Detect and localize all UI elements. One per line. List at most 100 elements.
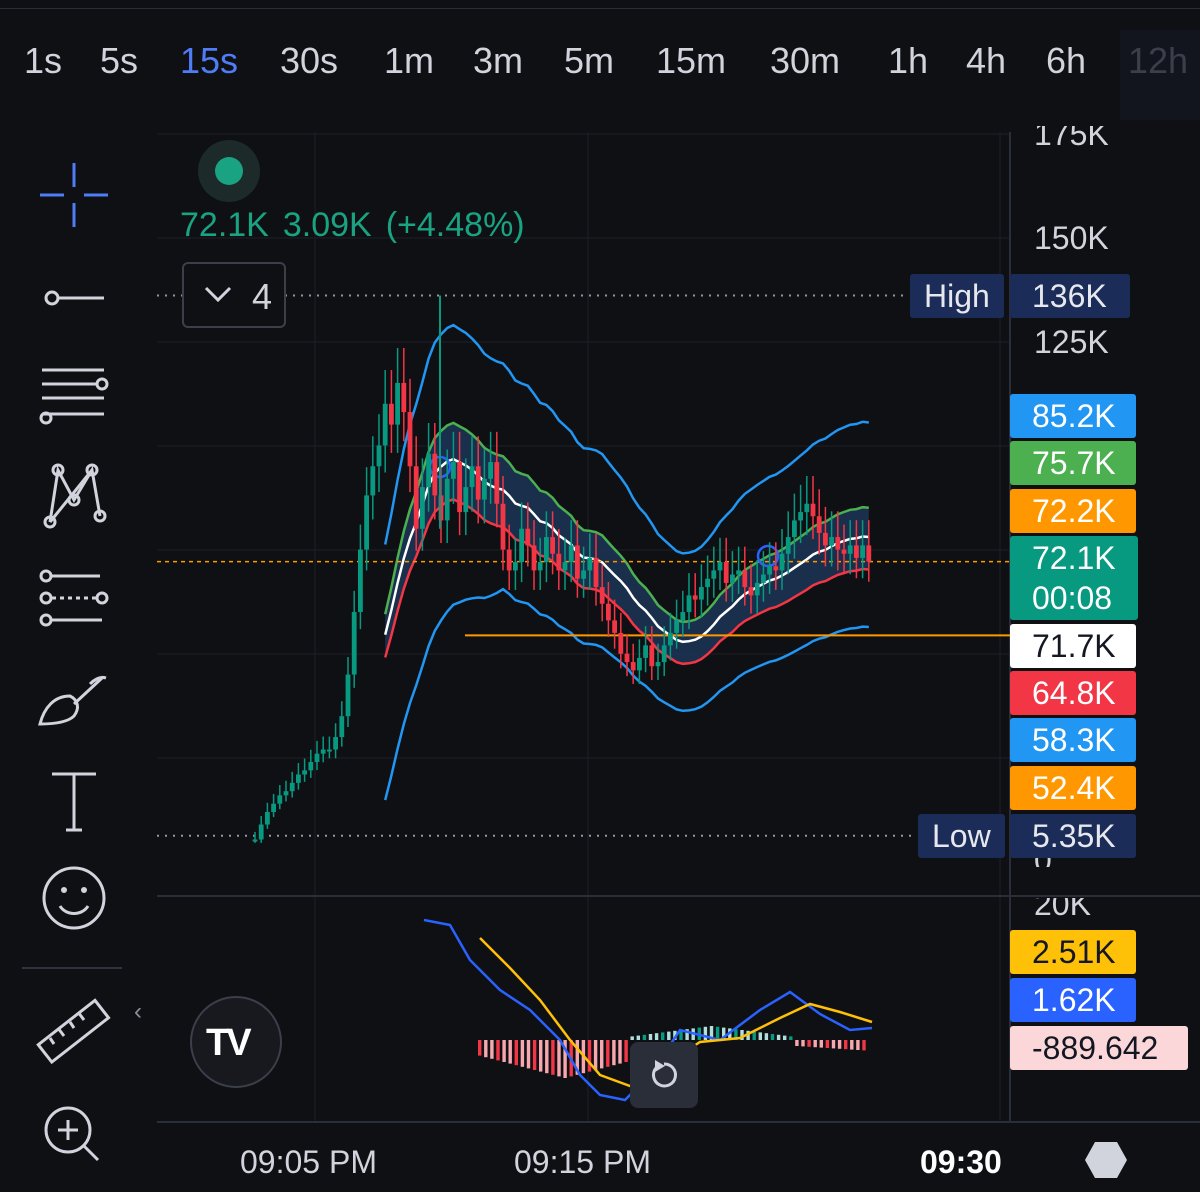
- macd-hist-bar-58: [831, 1040, 836, 1049]
- candle-body-90: [810, 503, 816, 517]
- candle-body-36: [475, 466, 481, 500]
- candle-body-34: [463, 487, 469, 513]
- low-label: Low: [918, 814, 1005, 858]
- trend-line-icon: [44, 290, 104, 306]
- time-label-0905: 09:05 PM: [240, 1144, 377, 1180]
- ema-lower-badge: 64.8K: [1010, 671, 1136, 715]
- brush-icon: [38, 676, 107, 726]
- status-dot-icon: [198, 140, 260, 202]
- candle-body-83: [767, 566, 772, 575]
- macd-hist-bar-46: [758, 1032, 762, 1040]
- macd-hist-bar-0: [478, 1040, 482, 1056]
- candle-body-28: [426, 453, 431, 488]
- macd-signal-badge: 2.51K: [1010, 930, 1136, 974]
- crosshair-tool[interactable]: [30, 155, 118, 235]
- candle-body-85: [779, 553, 785, 571]
- fib-tool[interactable]: [30, 358, 118, 438]
- pattern-tool[interactable]: [30, 456, 118, 536]
- candle-body-1: [258, 824, 264, 840]
- macd-hist-bar-7: [520, 1040, 525, 1067]
- zoom-tool[interactable]: [30, 1094, 118, 1174]
- candle-body-2: [265, 812, 270, 825]
- candle-body-35: [469, 466, 475, 488]
- candle-body-86: [785, 537, 791, 554]
- candle-body-19: [370, 466, 376, 496]
- candle-body-41: [506, 549, 512, 571]
- macd-hist-bar-56: [819, 1040, 823, 1048]
- candle-body-33: [457, 462, 462, 513]
- candle-body-66: [661, 645, 667, 663]
- macd-hist-bar-27: [642, 1034, 647, 1040]
- parallel-channel-icon: [39, 569, 109, 627]
- candle-body-78: [736, 570, 741, 575]
- fib-retracement-icon: [39, 368, 109, 425]
- macd-hist-bar-10: [539, 1040, 543, 1072]
- hline-badge: 71.7K: [1010, 624, 1136, 668]
- macd-hist-bar-53: [801, 1040, 805, 1047]
- macd-hist-bar-63: [862, 1040, 866, 1051]
- macd-hist-bar-57: [825, 1040, 830, 1048]
- brush-tool[interactable]: [30, 656, 118, 736]
- candle-body-73: [705, 578, 710, 588]
- macd-hist-bar-6: [514, 1040, 518, 1066]
- xabcd-pattern-icon: [43, 463, 107, 529]
- candle-body-11: [320, 749, 326, 754]
- reset-chart-button[interactable]: [630, 1042, 698, 1108]
- macd-hist-bar-50: [783, 1035, 787, 1040]
- candle-body-14: [339, 716, 345, 738]
- drawing-toolbar: ‹: [0, 110, 145, 1192]
- macd-hist-bar-9: [532, 1040, 537, 1070]
- macd-hist-bar-25: [630, 1036, 634, 1040]
- candle-body-60: [624, 653, 630, 663]
- macd-hist-bar-52: [795, 1040, 799, 1046]
- macd-hist-bar-4: [502, 1040, 506, 1062]
- macd-hist-bar-48: [770, 1034, 775, 1040]
- macd-hist-bar-26: [636, 1035, 640, 1040]
- high-label: High: [910, 274, 1004, 318]
- candle-body-26: [413, 466, 419, 529]
- macd-hist-bar-29: [654, 1033, 659, 1040]
- settings-hexagon-icon[interactable]: [1084, 1140, 1128, 1180]
- macd-hist-bar-62: [856, 1040, 860, 1050]
- macd-hist-bar-18: [587, 1040, 592, 1072]
- macd-hist-bar-47: [764, 1033, 769, 1040]
- indicator-count: 4: [252, 276, 273, 317]
- trend-line-tool[interactable]: [30, 258, 118, 338]
- candle-body-70: [686, 595, 692, 613]
- emoji-tool[interactable]: [30, 858, 118, 938]
- level-badge: 52.4K: [1010, 766, 1136, 810]
- time-label-0930: 09:30: [920, 1144, 1002, 1180]
- candle-body-75: [717, 562, 723, 571]
- macd-hist-bar-54: [807, 1040, 811, 1047]
- candle-body-15: [345, 674, 351, 717]
- candle-body-72: [699, 587, 704, 600]
- last-price-badge: 72.1K 00:08: [1010, 536, 1138, 620]
- ema-upper-badge: 75.7K: [1010, 441, 1136, 485]
- candle-body-96: [847, 545, 853, 554]
- candle-body-58: [612, 620, 617, 633]
- candle-body-8: [302, 770, 307, 775]
- candle-body-67: [668, 632, 673, 646]
- candle-body-10: [314, 753, 320, 763]
- channel-tool[interactable]: [30, 558, 118, 638]
- candle-body-46: [537, 562, 543, 571]
- ruler-tool[interactable]: [30, 992, 118, 1072]
- tradingview-logo-button[interactable]: TV: [190, 996, 282, 1088]
- candle-body-68: [674, 620, 679, 633]
- candle-body-31: [444, 478, 450, 521]
- candle-body-95: [841, 549, 847, 554]
- collapse-toolbar-icon[interactable]: ‹: [134, 998, 142, 1026]
- candle-body-59: [618, 632, 624, 654]
- candle-body-13: [333, 737, 338, 750]
- indicators-toggle-button[interactable]: 4: [182, 262, 286, 328]
- candle-body-50: [562, 562, 568, 571]
- text-tool[interactable]: [30, 760, 118, 840]
- candle-body-27: [420, 487, 425, 529]
- candle-body-79: [742, 570, 748, 588]
- macd-hist-bar-11: [545, 1040, 549, 1074]
- candle-body-49: [556, 553, 562, 571]
- candle-body-69: [680, 612, 686, 621]
- macd-hist-bar-37: [703, 1026, 708, 1040]
- macd-hist-bar-2: [490, 1040, 494, 1059]
- macd-hist-bar-55: [813, 1040, 817, 1048]
